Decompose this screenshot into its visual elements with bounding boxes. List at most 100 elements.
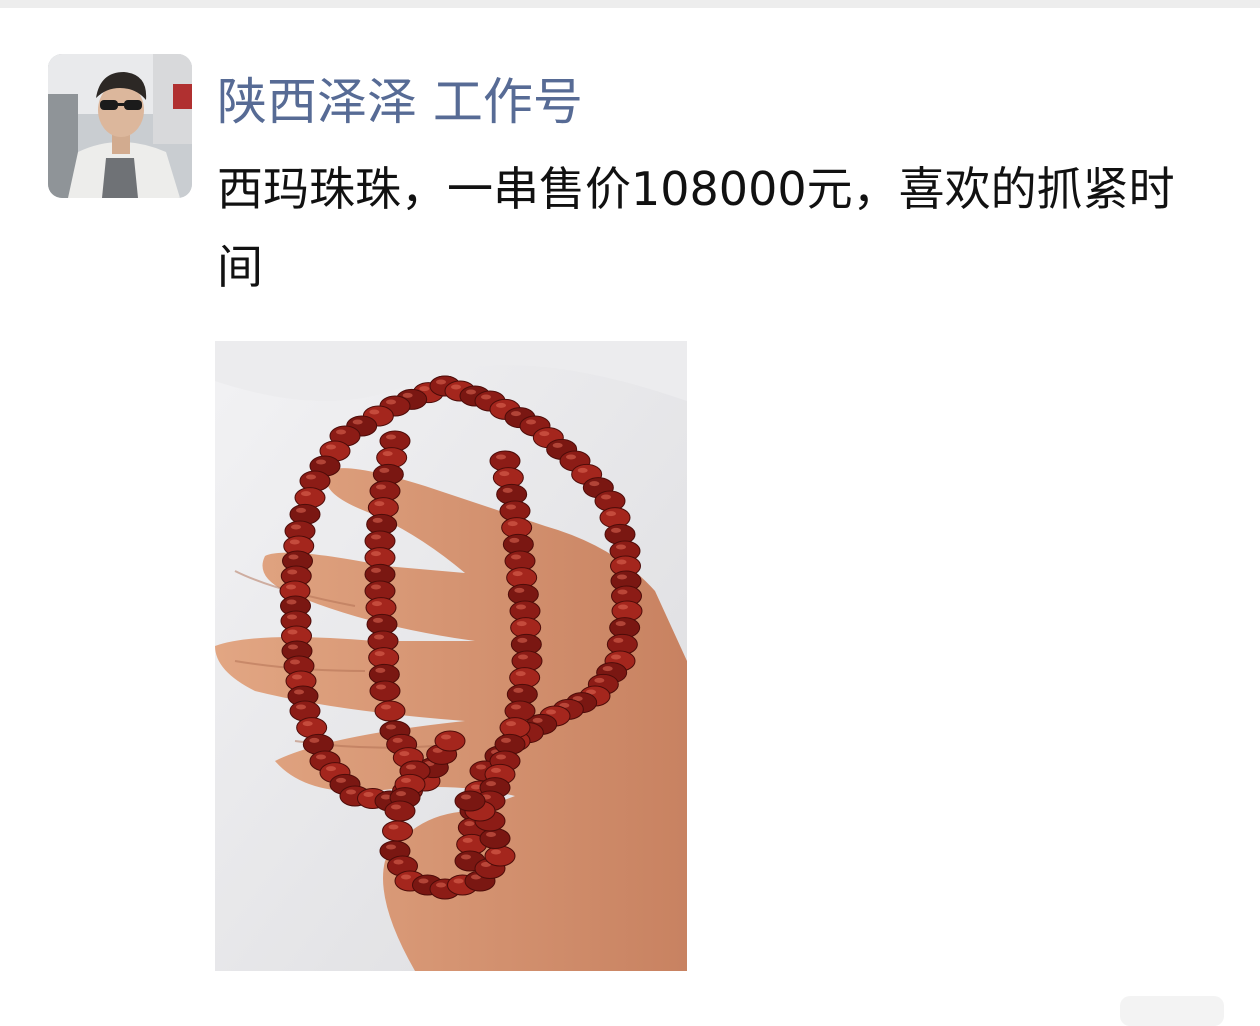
more-actions-button[interactable] (1120, 996, 1224, 1026)
bead-highlight (287, 569, 298, 575)
bead-highlight (513, 687, 524, 693)
bead-highlight (381, 704, 391, 710)
bead-highlight (371, 567, 381, 573)
bead-highlight (611, 654, 621, 660)
bead-highlight (301, 491, 311, 497)
bead-highlight (589, 481, 600, 487)
bead-highlight (376, 484, 386, 490)
bead-highlight (371, 534, 381, 540)
bead-highlight (296, 704, 306, 710)
bead-highlight (496, 754, 506, 760)
moments-post: 陕西泽泽 工作号 西玛珠珠，一串售价108000元，喜欢的抓紧时间 (0, 8, 1260, 1026)
bead-highlight (372, 517, 383, 523)
top-divider-strip (0, 0, 1260, 8)
bead-highlight (516, 621, 527, 627)
bead-highlight (326, 766, 336, 772)
bead-highlight (292, 674, 302, 680)
bead-highlight (309, 737, 320, 743)
bead-highlight (386, 399, 396, 405)
bead-highlight (532, 717, 543, 723)
bead-highlight (539, 431, 550, 437)
bead-highlight (491, 849, 501, 855)
bead-highlight (518, 654, 528, 660)
bead-highlight (618, 604, 628, 610)
bead-highlight (369, 409, 380, 415)
bead-highlight (476, 764, 486, 770)
bead-highlight (594, 677, 605, 683)
bead-highlight (418, 878, 429, 884)
bead-highlight (461, 854, 471, 860)
bead-highlight (552, 442, 563, 448)
bead-highlight (601, 494, 611, 500)
bead-highlight (396, 791, 406, 797)
bead-highlight (461, 794, 471, 800)
bead (479, 828, 511, 849)
bead (434, 730, 466, 752)
bead-highlight (386, 434, 396, 440)
bead-highlight (363, 792, 374, 797)
bead-highlight (509, 537, 520, 543)
bead-highlight (401, 777, 411, 783)
bead-highlight (512, 571, 523, 577)
bead-highlight (517, 637, 528, 643)
bead-highlight (371, 584, 381, 590)
bead-highlight (401, 874, 411, 880)
bead-highlight (462, 837, 473, 843)
bead-highlight (546, 709, 556, 715)
bead-highlight (515, 671, 526, 677)
bead (484, 845, 516, 867)
bead-highlight (511, 411, 521, 417)
bead-highlight (511, 704, 521, 710)
bead-highlight (289, 539, 300, 545)
bead (454, 790, 486, 812)
bead-highlight (306, 474, 316, 480)
bead-highlight (286, 584, 296, 590)
bead-highlight (373, 617, 383, 623)
bead-highlight (386, 724, 396, 730)
bead-highlight (511, 554, 521, 560)
bead-highlight (376, 684, 386, 690)
bead-highlight (481, 394, 491, 400)
bead-highlight (388, 824, 399, 830)
bead-highlight (436, 379, 446, 385)
avatar-photo (48, 54, 192, 198)
avatar[interactable] (48, 54, 192, 198)
bead-highlight (526, 419, 536, 425)
bead-highlight (496, 402, 506, 408)
bead-highlight (613, 637, 624, 643)
bead-highlight (291, 524, 301, 530)
bead-highlight (391, 804, 401, 810)
bead-highlight (336, 429, 346, 435)
bead-highlight (393, 859, 404, 865)
bead-highlight (287, 629, 298, 635)
author-name-link[interactable]: 陕西泽泽 工作号 (217, 64, 583, 140)
bead-highlight (441, 734, 451, 740)
bead-highlight (617, 574, 627, 580)
post-image[interactable] (215, 341, 687, 971)
bead-highlight (516, 604, 526, 610)
bead-highlight (326, 444, 336, 450)
bead (374, 700, 406, 722)
bead-highlight (506, 721, 516, 727)
bead-highlight (496, 454, 506, 460)
bead-highlight (336, 777, 346, 783)
bead-highlight (286, 599, 297, 605)
bead-highlight (606, 511, 616, 517)
bead-highlight (288, 554, 299, 560)
post-text: 西玛珠珠，一串售价108000元，喜欢的抓紧时间 (217, 162, 1175, 294)
bead-highlight (616, 559, 627, 565)
bead-highlight (577, 467, 588, 473)
bead-necklace-image (215, 341, 687, 971)
bead-highlight (294, 689, 304, 695)
bead-highlight (402, 392, 413, 398)
bead-highlight (419, 386, 430, 392)
bead-highlight (617, 589, 628, 595)
bead-highlight (502, 487, 513, 493)
bead-highlight (352, 419, 363, 425)
bead-highlight (381, 794, 391, 800)
bead-highlight (374, 651, 385, 657)
bead-highlight (486, 781, 496, 787)
bead-highlight (374, 634, 384, 640)
bead-highlight (491, 767, 501, 773)
bead-highlight (346, 789, 356, 795)
